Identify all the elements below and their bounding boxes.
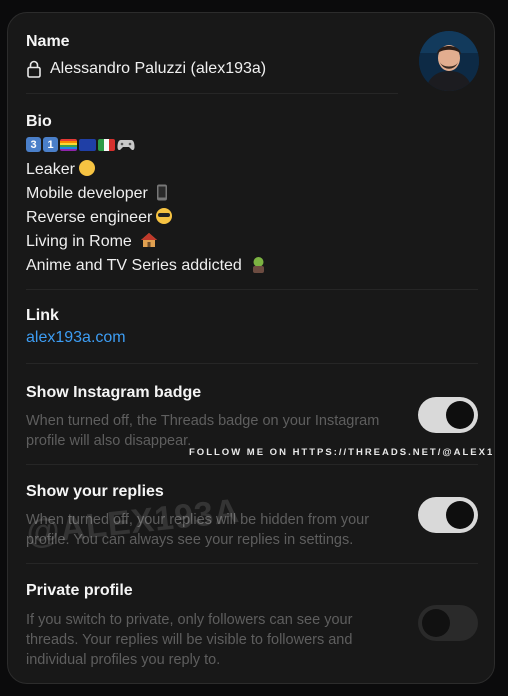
rainbow-flag-icon: [60, 138, 77, 151]
link-label: Link: [26, 307, 59, 324]
divider: [26, 289, 478, 290]
instagram-badge-toggle[interactable]: [418, 397, 478, 433]
keycap-1-icon: 1: [43, 137, 58, 152]
bio-line: Living in Rome: [26, 232, 158, 251]
divider: [26, 563, 478, 564]
toggle-knob: [446, 401, 474, 429]
zombie-icon: [253, 257, 265, 273]
replies-title: Show your replies: [26, 483, 164, 500]
sunglasses-face-icon: [156, 208, 173, 224]
bio-line: Anime and TV Series addicted: [26, 256, 267, 275]
bio-line: Mobile developer: [26, 184, 168, 203]
divider: [26, 464, 478, 465]
toggle-knob: [422, 609, 450, 637]
toggle-knob: [446, 501, 474, 529]
divider: [26, 93, 398, 94]
avatar-image: [419, 31, 479, 91]
keycap-3-icon: 3: [26, 137, 41, 152]
name-value: Alessandro Paluzzi (alex193a): [50, 60, 267, 77]
replies-toggle[interactable]: [418, 497, 478, 533]
italy-flag-icon: [98, 138, 115, 151]
house-icon: [141, 233, 158, 247]
bio-emoji-line: 3 1: [26, 137, 135, 152]
private-profile-description: If you switch to private, only followers…: [26, 612, 353, 668]
bio-label: Bio: [26, 113, 52, 130]
name-field[interactable]: Alessandro Paluzzi (alex193a): [26, 60, 266, 78]
watermark-follow-text: FOLLOW ME ON HTTPS://THREADS.NET/@ALEX19…: [189, 447, 495, 458]
bio-line: Leaker: [26, 160, 95, 179]
private-profile-toggle[interactable]: [418, 605, 478, 641]
instagram-badge-description: When turned off, the Threads badge on yo…: [26, 413, 380, 449]
eu-flag-icon: [79, 138, 96, 151]
lock-icon: [27, 60, 41, 78]
link-value[interactable]: alex193a.com: [26, 329, 126, 347]
avatar[interactable]: [419, 31, 479, 91]
divider: [26, 363, 478, 364]
edit-profile-card: Name Alessandro Paluzzi (alex193a) Bio 3…: [7, 12, 495, 684]
bio-line: Reverse engineer: [26, 208, 173, 227]
instagram-badge-title: Show Instagram badge: [26, 384, 202, 401]
gamepad-icon: [117, 139, 135, 150]
shushing-face-icon: [78, 160, 95, 176]
private-profile-title: Private profile: [26, 582, 133, 599]
mobile-phone-icon: [157, 184, 168, 201]
name-label: Name: [26, 33, 70, 50]
